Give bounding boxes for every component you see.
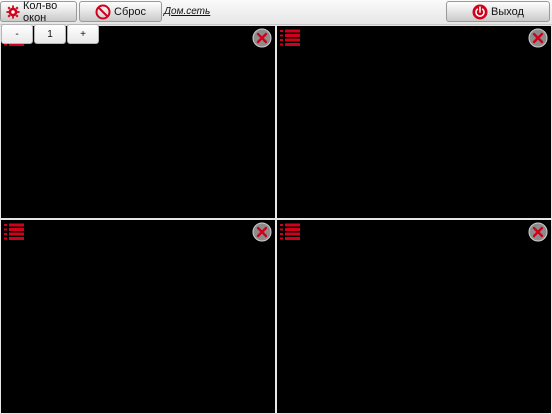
window-count-label: Кол-во окон xyxy=(23,0,58,24)
close-icon[interactable] xyxy=(528,222,548,242)
increment-button[interactable]: + xyxy=(67,24,99,44)
decrement-button[interactable]: - xyxy=(1,24,33,44)
toolbar: Кол-во окон Сброс Дом.сеть Выход xyxy=(0,0,552,25)
gear-icon xyxy=(6,4,20,19)
exit-label: Выход xyxy=(491,5,524,18)
close-icon[interactable] xyxy=(252,222,272,242)
camera-window[interactable] xyxy=(0,219,276,414)
power-icon xyxy=(472,4,488,19)
reset-label: Сброс xyxy=(114,5,146,18)
menu-icon[interactable] xyxy=(4,223,24,241)
close-icon[interactable] xyxy=(252,28,272,48)
window-count-value: 1 xyxy=(34,24,66,44)
camera-window[interactable] xyxy=(276,25,552,219)
menu-icon[interactable] xyxy=(280,223,300,241)
no-entry-icon xyxy=(95,4,111,19)
exit-button[interactable]: Выход xyxy=(446,1,550,22)
home-network-link[interactable]: Дом.сеть xyxy=(164,6,210,17)
menu-icon[interactable] xyxy=(280,29,300,47)
camera-window[interactable] xyxy=(0,25,276,219)
window-count-button[interactable]: Кол-во окон xyxy=(0,0,77,24)
window-count-stepper: - 1 + xyxy=(1,24,100,44)
app-window: Кол-во окон Сброс Дом.сеть Выход - 1 + xyxy=(0,0,552,414)
camera-window[interactable] xyxy=(276,219,552,414)
reset-button[interactable]: Сброс xyxy=(79,1,162,22)
close-icon[interactable] xyxy=(528,28,548,48)
camera-grid xyxy=(0,25,552,414)
